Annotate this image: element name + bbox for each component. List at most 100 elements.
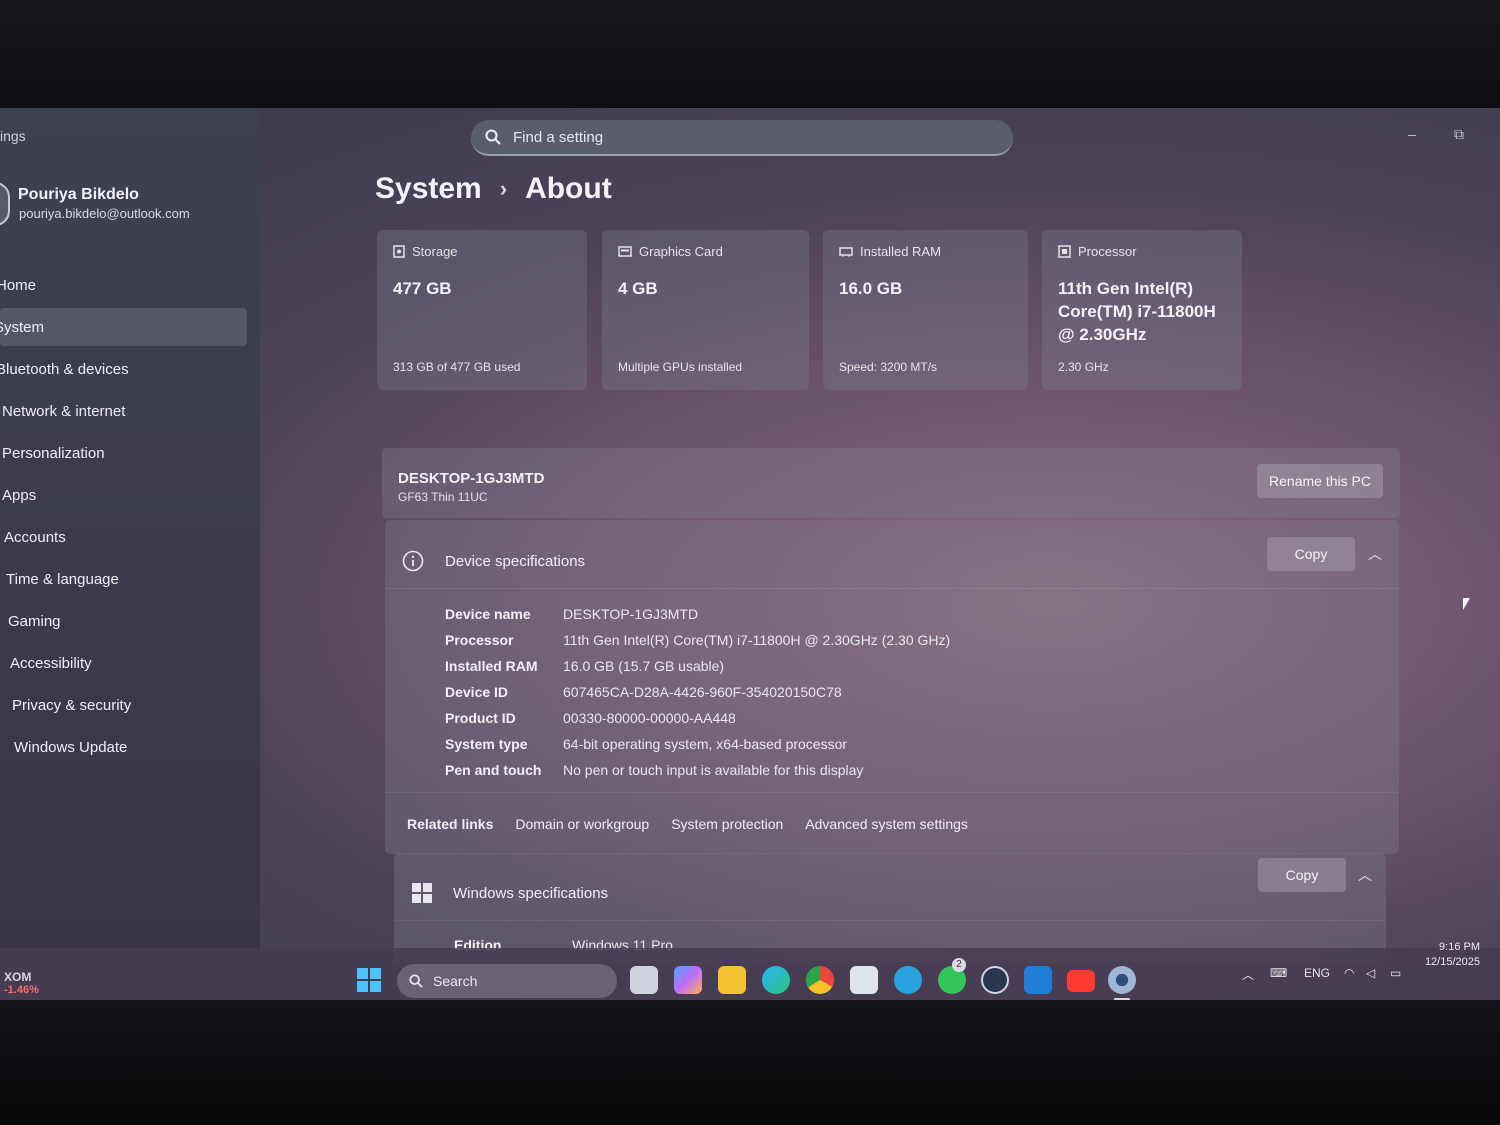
graphics-card[interactable]: Graphics Card 4 GB Multiple GPUs install…	[602, 230, 809, 390]
spec-key: Product ID	[445, 710, 516, 726]
link-system-protection[interactable]: System protection	[671, 816, 783, 832]
sidebar-item-label: Time & language	[6, 570, 119, 588]
chevron-up-icon[interactable]: ︿	[1368, 544, 1382, 564]
store-icon[interactable]	[850, 966, 878, 994]
language-indicator[interactable]: ENG	[1304, 966, 1330, 980]
copy-windows-specs-button[interactable]: Copy	[1258, 858, 1346, 892]
sidebar-item-accounts[interactable]: Accounts	[0, 518, 247, 556]
spec-value: 11th Gen Intel(R) Core(TM) i7-11800H @ 2…	[563, 632, 951, 648]
stock-change: -1.46%	[4, 984, 39, 996]
sidebar-item-label: Bluetooth & devices	[0, 360, 129, 378]
settings-gear-icon[interactable]	[1108, 966, 1136, 994]
monitor-bezel-top	[0, 0, 1500, 112]
sidebar-item-label: Apps	[2, 486, 37, 504]
user-email: pouriya.bikdelo@outlook.com	[19, 206, 190, 221]
link-domain-workgroup[interactable]: Domain or workgroup	[515, 816, 649, 832]
copilot-icon[interactable]	[674, 966, 702, 994]
avatar[interactable]	[0, 182, 10, 226]
file-explorer-icon[interactable]	[718, 966, 746, 994]
user-name: Pouriya Bikdelo	[18, 186, 139, 203]
sidebar-item-accessibility[interactable]: Accessibility	[0, 644, 247, 682]
chevron-up-icon[interactable]: ︿	[1358, 865, 1372, 885]
copy-device-specs-button[interactable]: Copy	[1267, 537, 1355, 571]
sidebar-item-windows-update[interactable]: Windows Update	[0, 728, 247, 766]
telegram-icon[interactable]	[894, 966, 922, 994]
edge-icon[interactable]	[762, 966, 790, 994]
divider	[385, 792, 1399, 793]
search-icon	[485, 129, 501, 145]
breadcrumb: System › About	[375, 172, 612, 206]
spec-value: 64-bit operating system, x64-based proce…	[563, 736, 848, 752]
sidebar-item-label: Network & internet	[2, 402, 126, 420]
sidebar-item-label: Accessibility	[10, 654, 92, 672]
spec-key: System type	[445, 736, 528, 752]
stock-widget[interactable]: XOM -1.46%	[4, 970, 39, 996]
spec-row: Device name DESKTOP-1GJ3MTD	[445, 606, 698, 622]
sidebar-item-time-language[interactable]: Time & language	[0, 560, 247, 598]
minimize-icon[interactable]: –	[1408, 126, 1416, 142]
card-title: Graphics Card	[639, 244, 723, 259]
breadcrumb-parent[interactable]: System	[375, 172, 482, 206]
youtube-icon[interactable]	[1067, 970, 1095, 992]
sidebar-item-bluetooth[interactable]: Bluetooth & devices	[0, 350, 247, 388]
restore-icon[interactable]: ⧉	[1454, 126, 1464, 143]
spec-key: Pen and touch	[445, 762, 542, 778]
volume-icon[interactable]: ◁	[1366, 966, 1375, 980]
card-subtitle: 313 GB of 477 GB used	[393, 360, 521, 374]
spec-value: No pen or touch input is available for t…	[563, 762, 864, 778]
spec-value: 16.0 GB (15.7 GB usable)	[563, 658, 725, 674]
rename-pc-button[interactable]: Rename this PC	[1257, 464, 1383, 498]
sidebar-item-system[interactable]: System	[0, 308, 247, 346]
sidebar-item-label: Privacy & security	[12, 696, 132, 714]
spec-value: 00330-80000-00000-AA448	[563, 710, 736, 726]
divider	[394, 920, 1386, 921]
sidebar-item-home[interactable]: Home	[0, 266, 241, 304]
settings-window: ings Pouriya Bikdelo pouriya.bikdelo@out…	[0, 108, 1500, 1008]
sidebar-item-gaming[interactable]: Gaming	[0, 602, 247, 640]
ram-card[interactable]: Installed RAM 16.0 GB Speed: 3200 MT/s	[823, 230, 1028, 390]
sidebar-item-privacy[interactable]: Privacy & security	[0, 686, 247, 724]
clock[interactable]: 9:16 PM 12/15/2025	[1418, 940, 1480, 970]
sidebar-item-personalization[interactable]: Personalization	[0, 434, 247, 472]
card-title: Storage	[412, 244, 458, 259]
start-icon[interactable]	[357, 968, 381, 992]
device-specs-panel: Device specifications Copy ︿ Device name…	[385, 520, 1399, 854]
windows-specs-panel: Windows specifications Copy ︿ Edition Win…	[394, 853, 1386, 963]
chevron-up-icon[interactable]: ︿	[1242, 966, 1254, 983]
sidebar-item-apps[interactable]: Apps	[0, 476, 247, 514]
card-subtitle: 2.30 GHz	[1058, 360, 1109, 374]
stock-symbol: XOM	[4, 970, 32, 984]
wifi-icon[interactable]: ◠	[1344, 966, 1354, 980]
spec-row: Product ID 00330-80000-00000-AA448	[445, 710, 736, 726]
related-links-label: Related links	[407, 816, 494, 832]
sidebar-item-network[interactable]: Network & internet	[0, 392, 247, 430]
task-view-icon[interactable]	[630, 966, 658, 994]
app-title: ings	[0, 128, 26, 144]
ram-icon	[839, 246, 853, 257]
search-input[interactable]: Find a setting	[471, 120, 1013, 156]
sidebar-item-label: System	[0, 318, 45, 336]
card-subtitle: Speed: 3200 MT/s	[839, 360, 938, 374]
link-advanced-system-settings[interactable]: Advanced system settings	[805, 816, 968, 832]
taskbar-search[interactable]: Search	[397, 964, 617, 998]
sidebar-item-label: Gaming	[8, 612, 61, 630]
outlook-icon[interactable]	[1024, 966, 1052, 994]
pc-model: GF63 Thin 11UC	[398, 490, 488, 504]
windows-logo-icon	[412, 883, 432, 903]
sidebar-nav: Home System Bluetooth & devices Network …	[0, 266, 260, 770]
search-placeholder: Find a setting	[513, 128, 604, 146]
speedometer-icon[interactable]	[981, 966, 1009, 994]
card-value: 477 GB	[393, 279, 452, 298]
card-title: Installed RAM	[860, 244, 941, 259]
processor-card[interactable]: Processor 11th Gen Intel(R) Core(TM) i7-…	[1042, 230, 1242, 390]
card-value: 11th Gen Intel(R) Core(TM) i7-11800H @ 2…	[1058, 279, 1216, 344]
chrome-icon[interactable]	[806, 966, 834, 994]
spec-key: Installed RAM	[445, 658, 538, 674]
battery-icon[interactable]: ▭	[1390, 966, 1401, 980]
storage-card[interactable]: Storage 477 GB 313 GB of 477 GB used	[377, 230, 587, 390]
card-value: 4 GB	[618, 279, 658, 298]
spec-row: Installed RAM 16.0 GB (15.7 GB usable)	[445, 658, 724, 674]
spec-row: Processor 11th Gen Intel(R) Core(TM) i7-1…	[445, 632, 950, 648]
processor-icon	[1058, 245, 1071, 258]
keyboard-icon[interactable]: ⌨	[1270, 966, 1287, 980]
